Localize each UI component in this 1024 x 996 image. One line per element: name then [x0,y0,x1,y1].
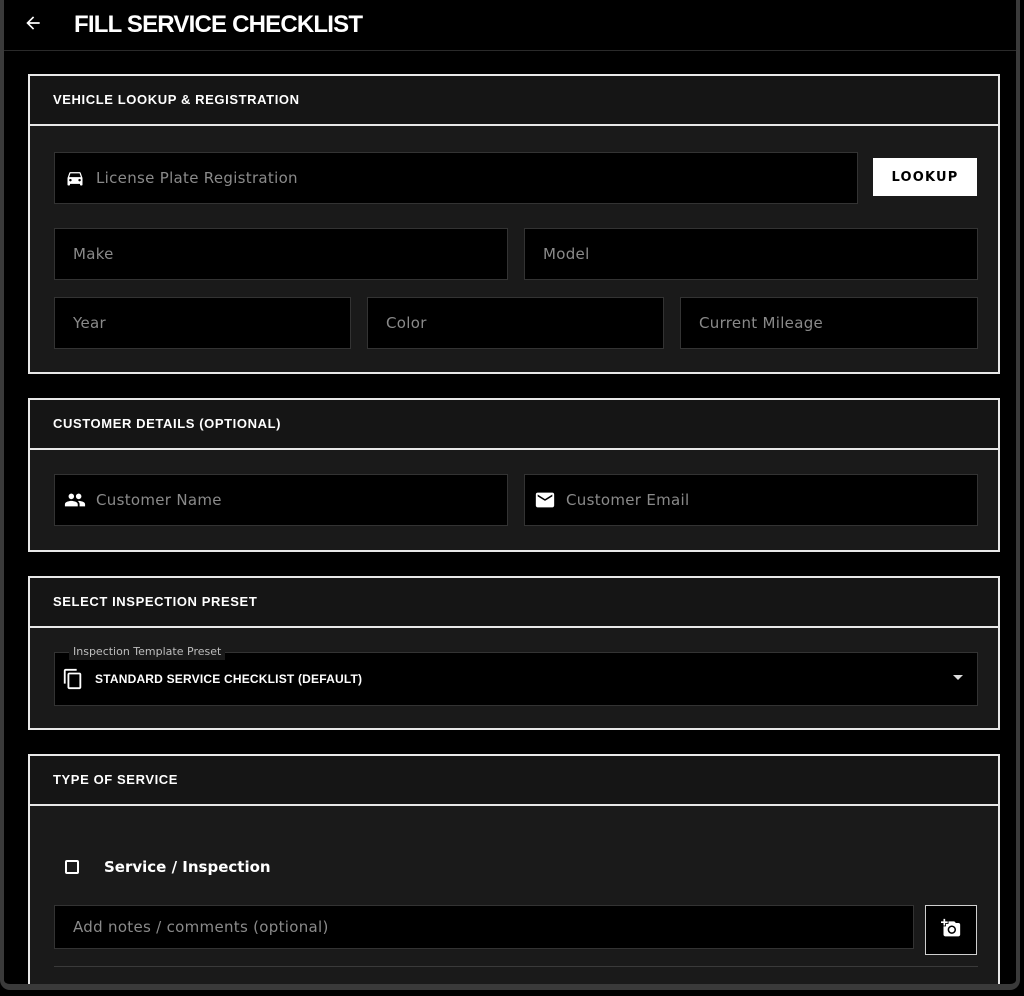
preset-card: SELECT INSPECTION PRESET Inspection Temp… [28,576,1000,730]
service-card: TYPE OF SERVICE Service / Inspection [28,754,1000,984]
add-photo-icon [941,918,961,943]
arrow-left-icon [23,13,43,38]
people-icon [63,488,87,512]
plate-field[interactable] [54,152,868,204]
model-input[interactable] [543,229,965,279]
chevron-down-icon [953,675,963,680]
section-divider [54,966,978,967]
customer-name-input[interactable] [96,475,518,525]
customer-section-heading: CUSTOMER DETAILS (OPTIONAL) [30,400,998,450]
preset-select[interactable]: Inspection Template Preset STANDARD SERV… [54,644,978,706]
page-title: FILL SERVICE CHECKLIST [74,11,363,38]
app-bar: FILL SERVICE CHECKLIST [4,0,1016,51]
add-photo-button[interactable] [925,905,977,955]
notes-field[interactable] [54,905,914,949]
car-icon [63,166,87,190]
year-input[interactable] [73,298,338,348]
lookup-button[interactable]: LOOKUP [873,158,977,196]
color-field[interactable] [367,297,664,349]
make-input[interactable] [73,229,495,279]
notes-input[interactable] [73,906,901,948]
make-field[interactable] [54,228,508,280]
customer-email-field[interactable] [524,474,988,526]
mileage-input[interactable] [699,298,965,348]
preset-section-heading: SELECT INSPECTION PRESET [30,578,998,628]
model-field[interactable] [524,228,978,280]
vehicle-section-heading: VEHICLE LOOKUP & REGISTRATION [30,76,998,126]
customer-name-field[interactable] [54,474,518,526]
copy-icon [62,668,84,695]
customer-email-input[interactable] [566,475,988,525]
preset-select-value: STANDARD SERVICE CHECKLIST (DEFAULT) [95,672,363,686]
plate-input[interactable] [96,153,868,203]
service-inspection-label: Service / Inspection [104,858,271,876]
service-inspection-checkbox[interactable] [65,860,79,874]
back-button[interactable] [18,10,48,40]
mail-icon [533,488,557,512]
customer-card: CUSTOMER DETAILS (OPTIONAL) [28,398,1000,552]
service-section-heading: TYPE OF SERVICE [30,756,998,806]
app-window: FILL SERVICE CHECKLIST VEHICLE LOOKUP & … [0,0,1020,990]
vehicle-card: VEHICLE LOOKUP & REGISTRATION LOOKUP [28,74,1000,374]
mileage-field[interactable] [680,297,978,349]
color-input[interactable] [386,298,651,348]
year-field[interactable] [54,297,351,349]
